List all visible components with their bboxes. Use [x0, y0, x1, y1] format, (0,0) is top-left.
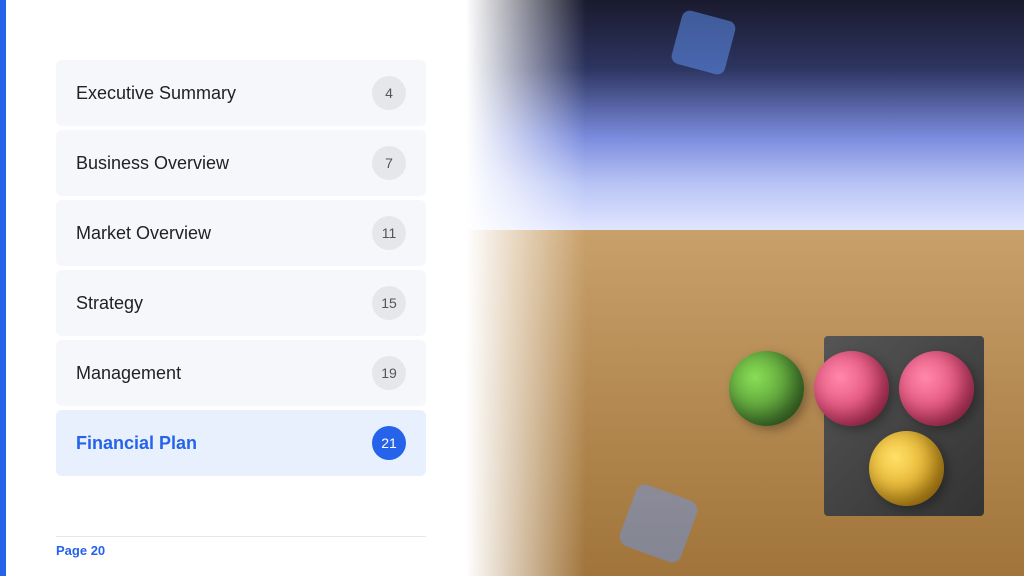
toc-item-strategy[interactable]: Strategy 15 [56, 270, 426, 336]
right-photo-panel [466, 0, 1024, 576]
toc-label-strategy: Strategy [76, 293, 143, 314]
toc-label-business-overview: Business Overview [76, 153, 229, 174]
toc-label-executive-summary: Executive Summary [76, 83, 236, 104]
toc-item-management[interactable]: Management 19 [56, 340, 426, 406]
page-container: Executive Summary 4 Business Overview 7 … [0, 0, 1024, 576]
toc-badge-management: 19 [372, 356, 406, 390]
rack-frame [824, 336, 984, 516]
bowling-ball-green [729, 351, 804, 426]
left-panel: Executive Summary 4 Business Overview 7 … [6, 0, 466, 576]
page-footer: Page 20 [56, 536, 426, 558]
toc-item-market-overview[interactable]: Market Overview 11 [56, 200, 426, 266]
toc-badge-strategy: 15 [372, 286, 406, 320]
toc-badge-market-overview: 11 [372, 216, 406, 250]
toc-label-financial-plan: Financial Plan [76, 433, 197, 454]
toc-item-executive-summary[interactable]: Executive Summary 4 [56, 60, 426, 126]
toc-label-management: Management [76, 363, 181, 384]
bowling-ball-pink-2 [899, 351, 974, 426]
toc-item-business-overview[interactable]: Business Overview 7 [56, 130, 426, 196]
decorative-shape-bottom [617, 482, 700, 565]
toc-badge-business-overview: 7 [372, 146, 406, 180]
toc-label-market-overview: Market Overview [76, 223, 211, 244]
toc-badge-executive-summary: 4 [372, 76, 406, 110]
table-of-contents: Executive Summary 4 Business Overview 7 … [56, 60, 426, 546]
toc-badge-financial-plan: 21 [372, 426, 406, 460]
bowling-ball-yellow [869, 431, 944, 506]
toc-item-financial-plan[interactable]: Financial Plan 21 [56, 410, 426, 476]
footer-page-number: 20 [91, 543, 105, 558]
bowling-ball-pink-1 [814, 351, 889, 426]
bowling-ball-rack [804, 316, 1004, 516]
decorative-shape-top [670, 9, 737, 76]
footer-label: Page [56, 543, 91, 558]
fade-overlay [466, 0, 586, 576]
